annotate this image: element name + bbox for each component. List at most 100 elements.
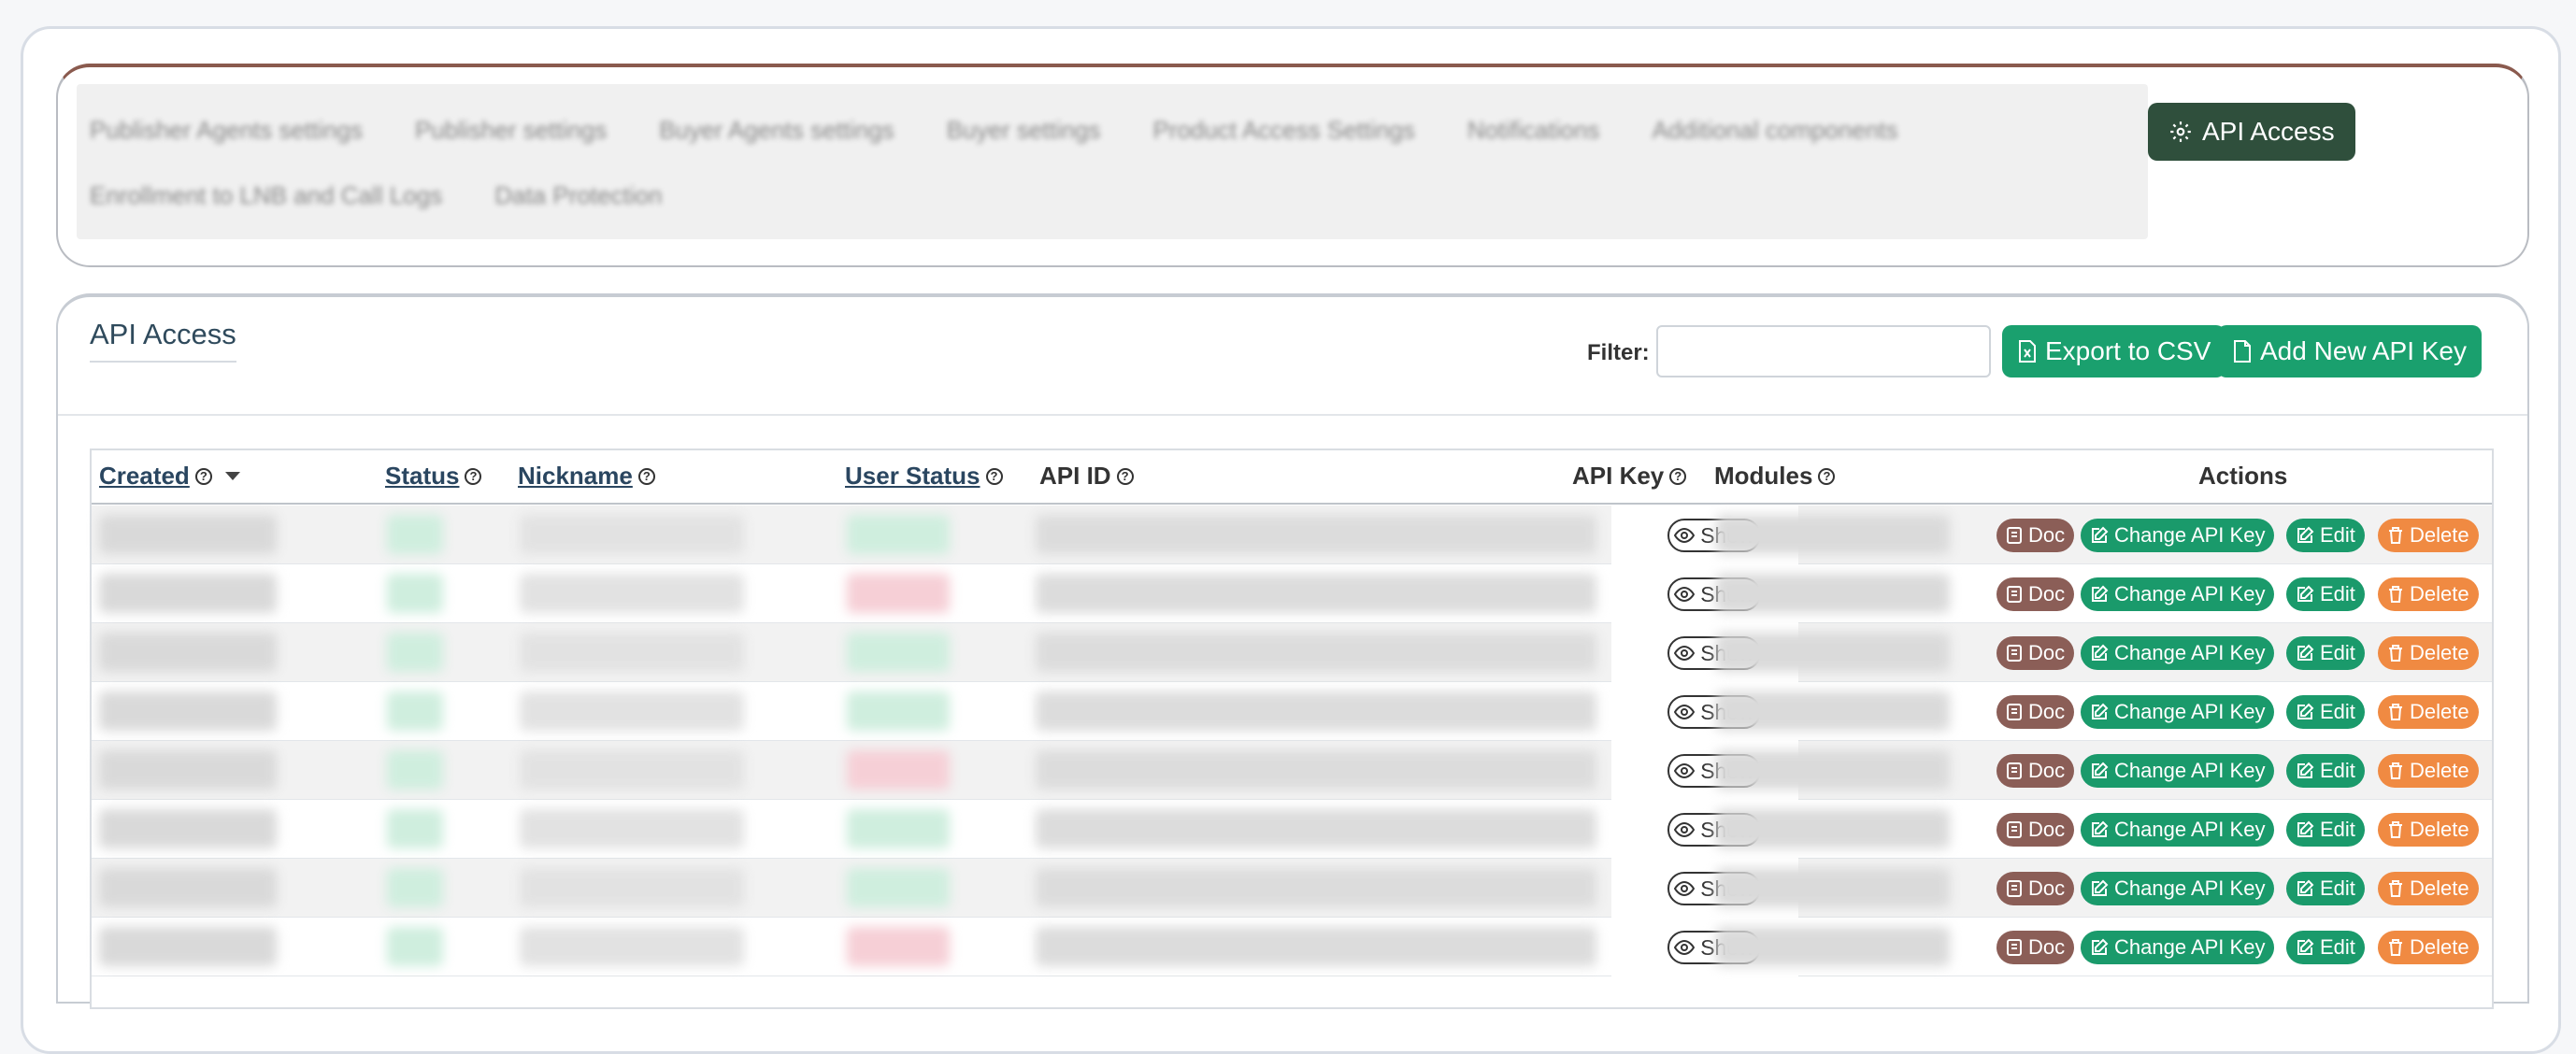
- tab-api-access[interactable]: API Access: [2148, 103, 2355, 161]
- tab-publisher-settings[interactable]: Publisher settings: [415, 116, 607, 145]
- edit-button[interactable]: Edit: [2286, 519, 2365, 552]
- edit-icon: [2296, 644, 2314, 662]
- tab-notifications[interactable]: Notifications: [1467, 116, 1600, 145]
- col-header-status[interactable]: Status ?: [385, 462, 482, 491]
- change-api-key-button[interactable]: Change API Key: [2081, 519, 2275, 552]
- book-icon: [2006, 879, 2023, 898]
- delete-button[interactable]: Delete: [2378, 813, 2479, 847]
- change-api-key-button[interactable]: Change API Key: [2081, 636, 2275, 670]
- api-id-cell: [1036, 691, 1596, 731]
- nickname-cell: [520, 809, 744, 848]
- delete-button[interactable]: Delete: [2378, 931, 2479, 964]
- edit-button[interactable]: Edit: [2286, 754, 2365, 788]
- tab-additional-components[interactable]: Additional components: [1652, 116, 1897, 145]
- eye-icon: [1674, 881, 1696, 896]
- edit-icon: [2090, 585, 2109, 604]
- delete-button[interactable]: Delete: [2378, 577, 2479, 611]
- change-api-key-label: Change API Key: [2114, 523, 2266, 547]
- edit-button[interactable]: Edit: [2286, 577, 2365, 611]
- change-api-key-button[interactable]: Change API Key: [2081, 577, 2275, 611]
- api-id-cell: [1036, 515, 1596, 554]
- table-row: Show Doc Change API Key Edit: [92, 800, 2492, 859]
- edit-button[interactable]: Edit: [2286, 872, 2365, 905]
- edit-icon: [2090, 938, 2109, 957]
- user-status-cell: [847, 515, 950, 554]
- edit-button[interactable]: Edit: [2286, 636, 2365, 670]
- doc-button[interactable]: Doc: [1996, 519, 2075, 552]
- eye-icon: [1674, 940, 1696, 955]
- book-icon: [2006, 938, 2023, 957]
- edit-button[interactable]: Edit: [2286, 813, 2365, 847]
- nickname-cell: [520, 750, 744, 790]
- delete-button[interactable]: Delete: [2378, 872, 2479, 905]
- doc-button[interactable]: Doc: [1996, 872, 2075, 905]
- tab-enrollment[interactable]: Enrollment to LNB and Call Logs: [90, 181, 442, 210]
- change-api-key-button[interactable]: Change API Key: [2081, 813, 2275, 847]
- doc-label: Doc: [2028, 641, 2066, 664]
- user-status-cell: [847, 927, 950, 966]
- change-api-key-button[interactable]: Change API Key: [2081, 695, 2275, 729]
- edit-icon: [2296, 762, 2314, 780]
- sort-desc-icon[interactable]: [224, 472, 240, 480]
- col-header-created[interactable]: Created ?: [99, 462, 240, 491]
- created-cell: [99, 750, 277, 790]
- delete-button[interactable]: Delete: [2378, 754, 2479, 788]
- edit-icon: [2296, 820, 2314, 839]
- actions-cell: Doc Change API Key Edit Delete: [1974, 918, 2492, 976]
- edit-button[interactable]: Edit: [2286, 931, 2365, 964]
- edit-label: Edit: [2320, 935, 2355, 959]
- change-api-key-button[interactable]: Change API Key: [2081, 931, 2275, 964]
- doc-button[interactable]: Doc: [1996, 931, 2075, 964]
- delete-button[interactable]: Delete: [2378, 695, 2479, 729]
- col-header-user-status[interactable]: User Status ?: [845, 462, 1003, 491]
- eye-icon: [1674, 528, 1696, 543]
- doc-button[interactable]: Doc: [1996, 695, 2075, 729]
- actions-cell: Doc Change API Key Edit Delete: [1974, 564, 2492, 623]
- doc-button[interactable]: Doc: [1996, 577, 2075, 611]
- tab-product-access[interactable]: Product Access Settings: [1152, 116, 1414, 145]
- change-api-key-button[interactable]: Change API Key: [2081, 754, 2275, 788]
- export-csv-button[interactable]: Export to CSV: [2002, 325, 2226, 377]
- eye-icon: [1674, 587, 1696, 602]
- edit-icon: [2090, 820, 2109, 839]
- delete-label: Delete: [2410, 523, 2469, 547]
- created-cell: [99, 515, 277, 554]
- add-api-key-button[interactable]: Add New API Key: [2217, 325, 2483, 377]
- help-icon: ?: [1669, 467, 1687, 485]
- add-api-key-label: Add New API Key: [2260, 336, 2468, 365]
- doc-button[interactable]: Doc: [1996, 813, 2075, 847]
- edit-button[interactable]: Edit: [2286, 695, 2365, 729]
- export-csv-label: Export to CSV: [2045, 336, 2211, 365]
- modules-cell: [1716, 574, 1950, 613]
- edit-icon: [2296, 526, 2314, 545]
- doc-button[interactable]: Doc: [1996, 754, 2075, 788]
- change-api-key-button[interactable]: Change API Key: [2081, 872, 2275, 905]
- api-id-cell: [1036, 633, 1596, 672]
- table-row: Show Doc Change API Key Edit: [92, 682, 2492, 741]
- doc-button[interactable]: Doc: [1996, 636, 2075, 670]
- file-icon: [2232, 339, 2253, 363]
- filter-input[interactable]: [1656, 325, 1991, 377]
- doc-label: Doc: [2028, 935, 2066, 959]
- col-header-api-id: API ID ?: [1039, 462, 1134, 491]
- delete-label: Delete: [2410, 876, 2469, 900]
- api-id-cell: [1036, 868, 1596, 907]
- book-icon: [2006, 526, 2023, 545]
- delete-label: Delete: [2410, 935, 2469, 959]
- api-id-cell: [1036, 809, 1596, 848]
- delete-button[interactable]: Delete: [2378, 519, 2479, 552]
- tab-buyer-settings[interactable]: Buyer settings: [947, 116, 1101, 145]
- status-cell: [387, 868, 443, 907]
- tab-buyer-agents[interactable]: Buyer Agents settings: [659, 116, 894, 145]
- tab-publisher-agents[interactable]: Publisher Agents settings: [90, 116, 363, 145]
- api-id-cell: [1036, 574, 1596, 613]
- delete-button[interactable]: Delete: [2378, 636, 2479, 670]
- edit-icon: [2090, 703, 2109, 721]
- status-cell: [387, 633, 443, 672]
- col-header-nickname[interactable]: Nickname ?: [518, 462, 655, 491]
- edit-icon: [2090, 762, 2109, 780]
- tab-data-protection[interactable]: Data Protection: [494, 181, 662, 210]
- change-api-key-label: Change API Key: [2114, 759, 2266, 782]
- user-status-cell: [847, 750, 950, 790]
- api-id-cell: [1036, 750, 1596, 790]
